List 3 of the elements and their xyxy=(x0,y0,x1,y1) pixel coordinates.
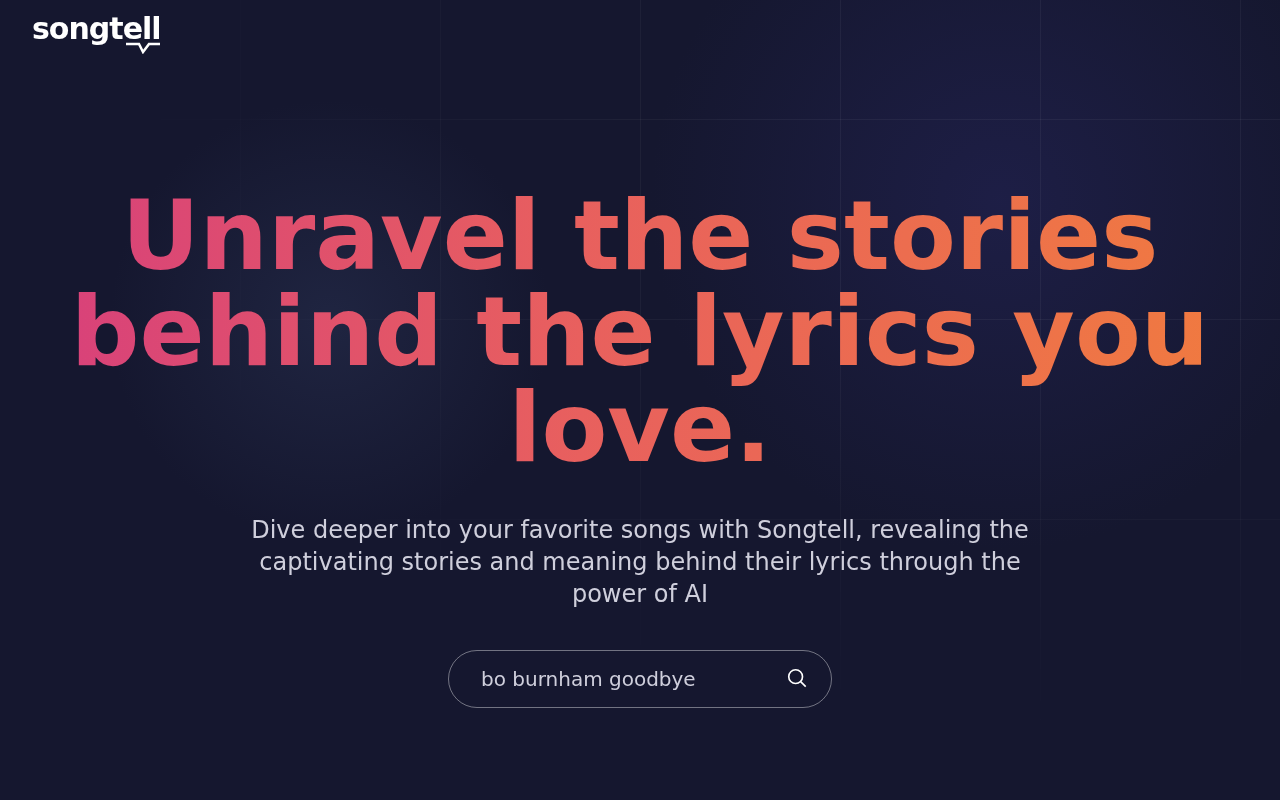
logo[interactable]: songtell xyxy=(32,14,161,44)
search-icon[interactable] xyxy=(786,667,808,689)
hero-subtitle: Dive deeper into your favorite songs with Songtell, revealing the captivating stories and meaning behind their lyrics through the power of AI xyxy=(250,515,1030,610)
